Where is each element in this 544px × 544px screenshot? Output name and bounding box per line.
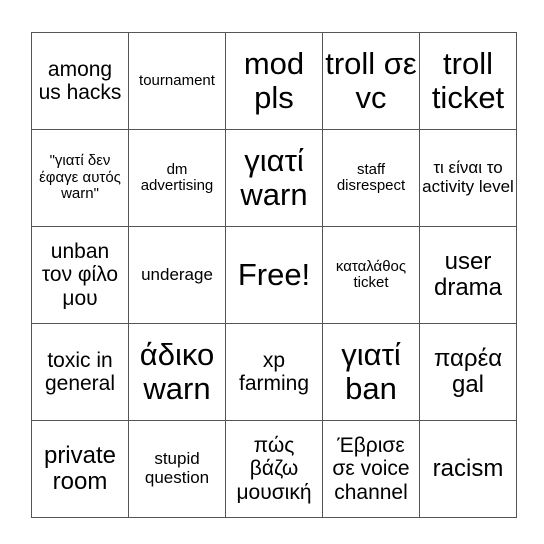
bingo-cell[interactable]: racism — [419, 420, 517, 518]
bingo-cell[interactable]: toxic in general — [31, 323, 129, 421]
bingo-cell[interactable]: xp farming — [225, 323, 323, 421]
bingo-row: "γιατί δεν έφαγε αυτός warn" dm advertisi… — [31, 129, 517, 227]
bingo-row: among us hacks tournament mod pls troll σε … — [31, 32, 517, 130]
bingo-board: among us hacks tournament mod pls troll σε … — [31, 32, 517, 518]
bingo-cell[interactable]: among us hacks — [31, 32, 129, 130]
bingo-cell[interactable]: Έβρισε σε voice channel — [322, 420, 420, 518]
bingo-cell[interactable]: troll ticket — [419, 32, 517, 130]
bingo-cell[interactable]: troll σε vc — [322, 32, 420, 130]
bingo-cell[interactable]: τι είναι το activity level — [419, 129, 517, 227]
bingo-cell[interactable]: underage — [128, 226, 226, 324]
bingo-cell[interactable]: unban τον φίλο μου — [31, 226, 129, 324]
bingo-cell[interactable]: καταλάθος ticket — [322, 226, 420, 324]
bingo-row: toxic in general άδικο warn xp farming γιατ… — [31, 323, 517, 421]
bingo-cell[interactable]: πώς βάζω μουσική — [225, 420, 323, 518]
bingo-cell[interactable]: dm advertising — [128, 129, 226, 227]
bingo-cell[interactable]: private room — [31, 420, 129, 518]
bingo-cell[interactable]: mod pls — [225, 32, 323, 130]
bingo-grid: among us hacks tournament mod pls troll σε … — [31, 32, 517, 518]
bingo-cell[interactable]: άδικο warn — [128, 323, 226, 421]
bingo-cell[interactable]: "γιατί δεν έφαγε αυτός warn" — [31, 129, 129, 227]
bingo-cell[interactable]: γιατί ban — [322, 323, 420, 421]
bingo-cell[interactable]: user drama — [419, 226, 517, 324]
bingo-cell-free[interactable]: Free! — [225, 226, 323, 324]
bingo-cell[interactable]: staff disrespect — [322, 129, 420, 227]
bingo-cell[interactable]: γιατί warn — [225, 129, 323, 227]
bingo-cell[interactable]: stupid question — [128, 420, 226, 518]
bingo-row: unban τον φίλο μου underage Free! καταλάθος… — [31, 226, 517, 324]
bingo-cell[interactable]: tournament — [128, 32, 226, 130]
bingo-cell[interactable]: παρέα gal — [419, 323, 517, 421]
bingo-row: private room stupid question πώς βάζω μουσ… — [31, 420, 517, 518]
